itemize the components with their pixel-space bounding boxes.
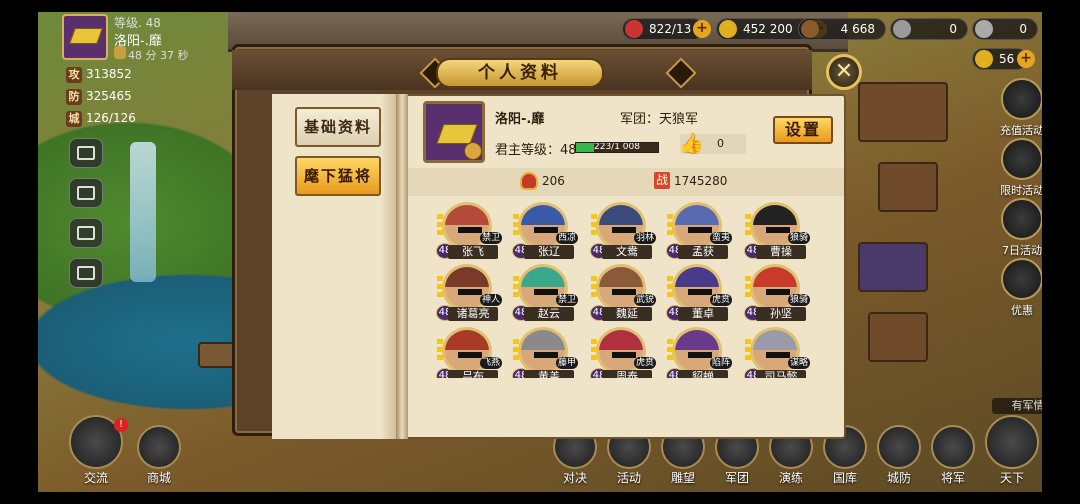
hero-helmet [675, 267, 719, 287]
hero-card[interactable]: 48 武锐 魏延 [590, 264, 656, 324]
castle-icon [985, 415, 1039, 469]
hero-name: 曹操 [756, 245, 806, 259]
hero-card[interactable]: 48 狼骑 曹操 [744, 202, 810, 262]
hero-helmet [675, 330, 719, 350]
hero-card[interactable]: 48 羽林 文鸯 [590, 202, 656, 262]
hero-troop-type: 西凉 [555, 232, 578, 244]
hero-name: 诸葛亮 [448, 307, 498, 321]
hero-card[interactable]: 48 蛮夷 孟获 [666, 202, 732, 262]
hero-troop-type: 谋略 [787, 357, 810, 369]
hero-troop-type: 陷阵 [709, 357, 732, 369]
hero-troop-type: 神人 [479, 294, 502, 306]
hero-helmet [521, 205, 565, 225]
star-rating-icon [667, 339, 673, 363]
hero-eyes [534, 352, 558, 358]
hero-helmet [445, 267, 489, 287]
hero-eyes [766, 227, 790, 233]
hero-helmet [445, 330, 489, 350]
star-rating-icon [591, 214, 597, 238]
hero-troop-type: 武锐 [633, 294, 656, 306]
hero-name: 孟获 [678, 245, 728, 259]
hero-helmet [445, 205, 489, 225]
star-rating-icon [745, 214, 751, 238]
hero-card[interactable]: 48 狼骑 孙坚 [744, 264, 810, 324]
hero-name: 赵云 [524, 307, 574, 321]
star-rating-icon [513, 276, 519, 300]
hero-helmet [599, 267, 643, 287]
hero-card[interactable]: 48 虎贲 董卓 [666, 264, 732, 324]
hero-eyes [458, 352, 482, 358]
hero-eyes [688, 352, 712, 358]
hero-card[interactable]: 48 西凉 张辽 [512, 202, 578, 262]
star-rating-icon [437, 276, 443, 300]
helmet-icon [931, 425, 975, 469]
chat-notification-badge: ! [114, 418, 128, 432]
hero-name: 董卓 [678, 307, 728, 321]
star-rating-icon [667, 276, 673, 300]
generals-button[interactable]: 将军 [928, 425, 978, 486]
hero-eyes [612, 289, 636, 295]
intel-label[interactable]: 有军情 [992, 398, 1042, 414]
hero-eyes [534, 227, 558, 233]
hero-troop-type: 飞燕 [479, 357, 502, 369]
hero-troop-type: 禁卫 [479, 232, 502, 244]
star-rating-icon [437, 339, 443, 363]
hero-troop-type: 禁卫 [555, 294, 578, 306]
hero-helmet [675, 205, 719, 225]
hero-eyes [612, 352, 636, 358]
star-rating-icon [437, 214, 443, 238]
hero-eyes [612, 227, 636, 233]
hero-card[interactable]: 48 禁卫 赵云 [512, 264, 578, 324]
hero-eyes [688, 227, 712, 233]
star-rating-icon [513, 214, 519, 238]
hero-eyes [458, 227, 482, 233]
hero-eyes [766, 352, 790, 358]
star-rating-icon [745, 276, 751, 300]
shop-button[interactable]: 商城 [134, 425, 184, 486]
hero-troop-type: 狼骑 [787, 294, 810, 306]
hero-card[interactable]: 48 神人 诸葛亮 [436, 264, 502, 324]
hero-troop-type: 虎贲 [709, 294, 732, 306]
hero-troop-type: 蛮夷 [709, 232, 732, 244]
star-rating-icon [591, 339, 597, 363]
hero-troop-type: 藤甲 [555, 357, 578, 369]
hero-helmet [753, 267, 797, 287]
hero-troop-type: 羽林 [633, 232, 656, 244]
hero-name: 孙坚 [756, 307, 806, 321]
hero-name: 文鸯 [602, 245, 652, 259]
star-rating-icon [745, 339, 751, 363]
star-rating-icon [513, 339, 519, 363]
hero-helmet [753, 205, 797, 225]
hero-card[interactable]: 48 禁卫 张飞 [436, 202, 502, 262]
hero-grid: 48 禁卫 张飞 48 西凉 张辽 48 羽林 文鸯 48 蛮夷 孟获 48 狼骑 曹操 48 神人 诸葛亮 48 禁… [0, 0, 1080, 378]
hero-helmet [521, 267, 565, 287]
hero-eyes [458, 289, 482, 295]
world-button[interactable]: 天下 [984, 415, 1040, 486]
hero-helmet [599, 330, 643, 350]
hero-helmet [753, 330, 797, 350]
shop-icon [137, 425, 181, 469]
hero-name: 张辽 [524, 245, 574, 259]
hero-name: 张飞 [448, 245, 498, 259]
hero-troop-type: 虎贲 [633, 357, 656, 369]
hero-eyes [766, 289, 790, 295]
hero-troop-type: 狼骑 [787, 232, 810, 244]
city-defense-button[interactable]: 城防 [874, 425, 924, 486]
star-rating-icon [591, 276, 597, 300]
hero-eyes [688, 289, 712, 295]
fortress-icon [877, 425, 921, 469]
hero-name: 魏延 [602, 307, 652, 321]
hero-helmet [599, 205, 643, 225]
hero-eyes [534, 289, 558, 295]
star-rating-icon [667, 214, 673, 238]
hero-helmet [521, 330, 565, 350]
